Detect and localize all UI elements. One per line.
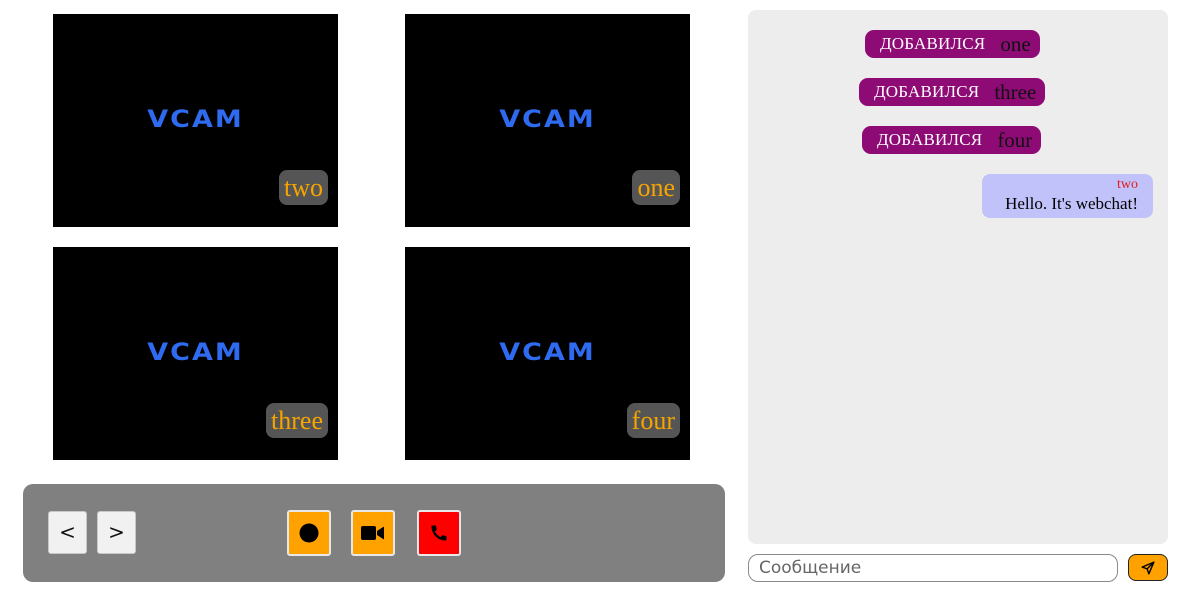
phone-icon (431, 525, 447, 541)
join-user-name: three (994, 79, 1037, 104)
control-bar: < > (23, 484, 725, 582)
video-camera-icon (361, 526, 384, 540)
join-label: ДОБАВИЛСЯ (880, 34, 986, 53)
vcam-placeholder: VCAM (499, 105, 596, 134)
vcam-placeholder: VCAM (147, 338, 244, 367)
record-dot-icon (299, 523, 319, 543)
user-name-badge: four (626, 403, 680, 438)
join-notification: ДОБАВИЛСЯ one (865, 30, 1040, 58)
user-name-badge: one (632, 170, 680, 205)
video-tile[interactable]: VCAM one (382, 14, 714, 227)
join-label: ДОБАВИЛСЯ (877, 130, 983, 149)
user-name-badge: three (266, 403, 328, 438)
camera-toggle-button[interactable] (351, 510, 395, 556)
join-user-name: one (1000, 31, 1031, 56)
chat-panel: ДОБАВИЛСЯ one ДОБАВИЛСЯ three ДОБАВИЛСЯ … (748, 10, 1168, 544)
previous-page-button[interactable]: < (48, 511, 87, 554)
video-tile[interactable]: VCAM two (30, 14, 362, 227)
join-notification: ДОБАВИЛСЯ four (862, 126, 1042, 154)
paper-plane-icon (1141, 560, 1155, 575)
send-button[interactable] (1128, 554, 1168, 581)
vcam-placeholder: VCAM (499, 338, 596, 367)
vcam-placeholder: VCAM (147, 105, 244, 134)
message-input[interactable] (748, 554, 1118, 582)
message-text: Hello. It's webchat! (1005, 194, 1138, 213)
join-notification: ДОБАВИЛСЯ three (859, 78, 1046, 106)
chat-message: two Hello. It's webchat! (982, 174, 1153, 218)
hang-up-button[interactable] (417, 510, 461, 556)
next-page-button[interactable]: > (97, 511, 136, 554)
record-button[interactable] (287, 510, 331, 556)
message-author: two (1117, 177, 1138, 192)
user-name-badge: two (279, 170, 328, 205)
join-label: ДОБАВИЛСЯ (874, 82, 980, 101)
join-user-name: four (997, 127, 1033, 152)
video-tile[interactable]: VCAM four (382, 247, 714, 460)
video-tile[interactable]: VCAM three (30, 247, 362, 460)
